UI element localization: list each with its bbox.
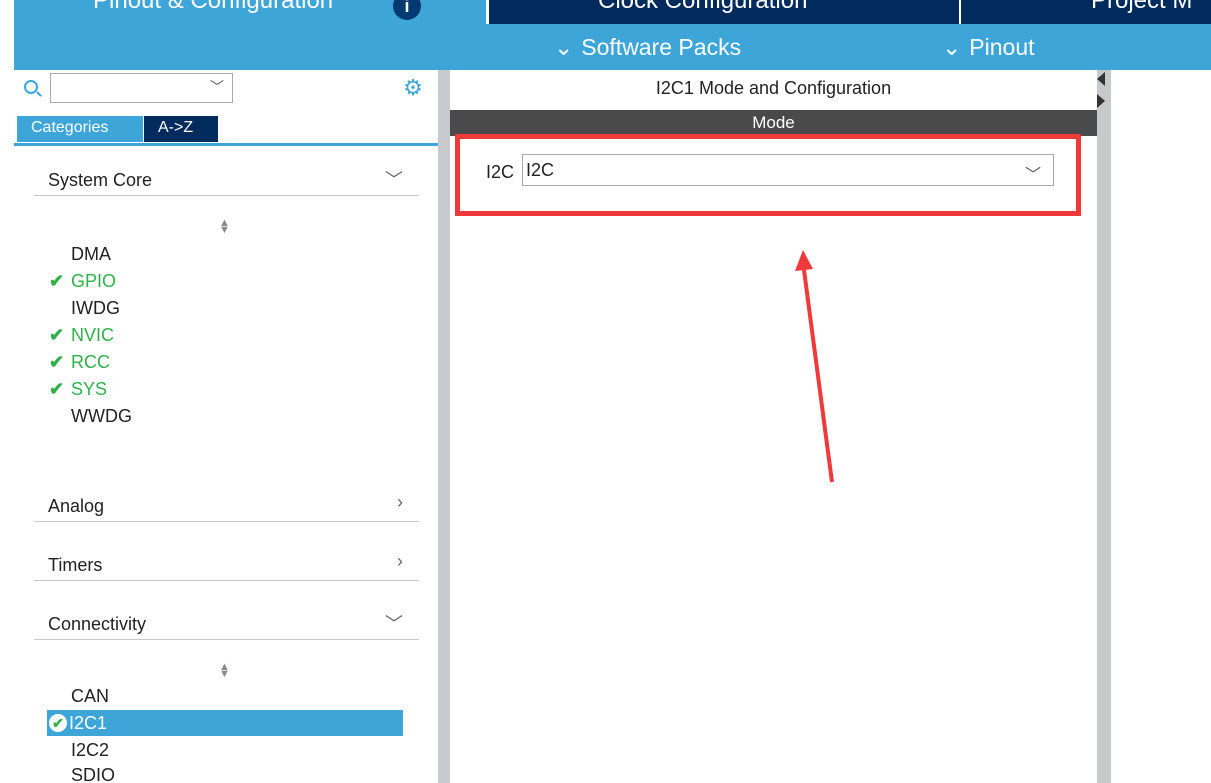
section-label: System Core: [48, 170, 153, 190]
item-label: NVIC: [71, 325, 115, 345]
panel-splitter-right[interactable]: [1097, 70, 1111, 783]
list-item[interactable]: ✔ GPIO: [49, 268, 401, 294]
categories-panel: ﹀ ⚙ Categories A->Z System Core ﹀ ▲ ▼ DMA…: [14, 70, 438, 783]
search-icon[interactable]: [24, 80, 38, 94]
section-label: Connectivity: [48, 614, 147, 634]
check-icon: ✔: [49, 325, 65, 345]
sort-icon[interactable]: ▲ ▼: [219, 662, 230, 680]
item-label: SDIO: [71, 765, 116, 783]
chevron-right-icon: ›: [397, 551, 403, 571]
sort-icon[interactable]: ▲ ▼: [219, 218, 230, 236]
tab-a-z[interactable]: A->Z: [144, 116, 218, 142]
section-label: Analog: [48, 496, 105, 516]
item-label: WWDG: [71, 406, 132, 426]
item-label: IWDG: [71, 298, 120, 318]
list-item[interactable]: I2C2: [49, 737, 401, 763]
list-item[interactable]: SDIO: [49, 762, 401, 783]
chevron-right-icon: ›: [397, 492, 403, 512]
item-label: GPIO: [71, 271, 117, 291]
list-item[interactable]: ✔ NVIC: [49, 322, 401, 348]
list-item[interactable]: DMA: [49, 241, 401, 267]
chevron-down-icon: ﹀: [385, 170, 403, 190]
stm32cubemx-window: Pinout & Configuration i Clock Configura…: [0, 0, 1211, 783]
item-label: CAN: [71, 686, 110, 706]
annotation-highlight-box: [455, 134, 1081, 216]
tab-label: Clock Configuration: [598, 0, 808, 14]
list-item-selected[interactable]: ✔ I2C1: [47, 710, 403, 736]
tab-clock-configuration[interactable]: Clock Configuration: [489, 0, 959, 24]
list-item[interactable]: ✔ RCC: [49, 349, 401, 375]
check-icon: ✔: [49, 271, 65, 291]
divider: [14, 143, 438, 146]
panel-title: I2C1 Mode and Configuration: [655, 78, 892, 98]
pinout-menu[interactable]: ⌄ Pinout: [942, 34, 1035, 60]
chevron-down-icon: ⌄: [942, 34, 962, 60]
software-packs-label: Software Packs: [581, 34, 742, 60]
list-item[interactable]: ✔ SYS: [49, 376, 401, 402]
main-tab-bar: Pinout & Configuration i Clock Configura…: [0, 0, 1211, 24]
collapse-left-icon[interactable]: [1097, 72, 1105, 86]
list-item[interactable]: CAN: [49, 683, 401, 709]
search-input[interactable]: ﹀: [50, 73, 233, 103]
expand-right-icon[interactable]: [1097, 94, 1105, 108]
tab-project-manager[interactable]: Project M: [961, 0, 1211, 24]
check-circle-icon: ✔: [49, 714, 67, 732]
item-label: DMA: [71, 244, 111, 264]
left-edge: [0, 70, 14, 783]
item-label: RCC: [71, 352, 110, 372]
check-icon: ✔: [49, 352, 65, 372]
check-icon: ✔: [49, 379, 65, 399]
list-item[interactable]: IWDG: [49, 295, 401, 321]
item-label: SYS: [71, 379, 108, 399]
sub-toolbar: ⌄ Software Packs ⌄ Pinout: [14, 24, 1211, 70]
section-label: Timers: [48, 555, 103, 575]
item-label: I2C2: [71, 740, 110, 760]
list-item[interactable]: WWDG: [49, 403, 401, 429]
section-connectivity[interactable]: Connectivity ﹀: [34, 610, 419, 640]
chevron-down-icon: ⌄: [554, 34, 574, 60]
gear-icon[interactable]: ⚙: [402, 77, 424, 99]
tab-categories[interactable]: Categories: [17, 116, 143, 142]
mode-header: Mode: [450, 110, 1097, 136]
tab-label: Project M: [1091, 0, 1193, 14]
section-system-core[interactable]: System Core ﹀: [34, 166, 419, 196]
software-packs-menu[interactable]: ⌄ Software Packs: [554, 34, 741, 60]
pinout-label: Pinout: [969, 34, 1035, 60]
section-timers[interactable]: Timers ›: [34, 551, 419, 581]
tab-label: Pinout & Configuration: [93, 0, 334, 14]
chevron-down-icon: ﹀: [385, 614, 403, 634]
chevron-down-icon[interactable]: ﹀: [210, 77, 224, 97]
tab-pinout-configuration[interactable]: Pinout & Configuration i: [14, 0, 486, 24]
info-icon: i: [393, 0, 421, 20]
section-analog[interactable]: Analog ›: [34, 492, 419, 522]
item-label: I2C1: [69, 713, 108, 733]
panel-splitter[interactable]: [438, 70, 450, 783]
pinout-view: [1111, 70, 1211, 783]
